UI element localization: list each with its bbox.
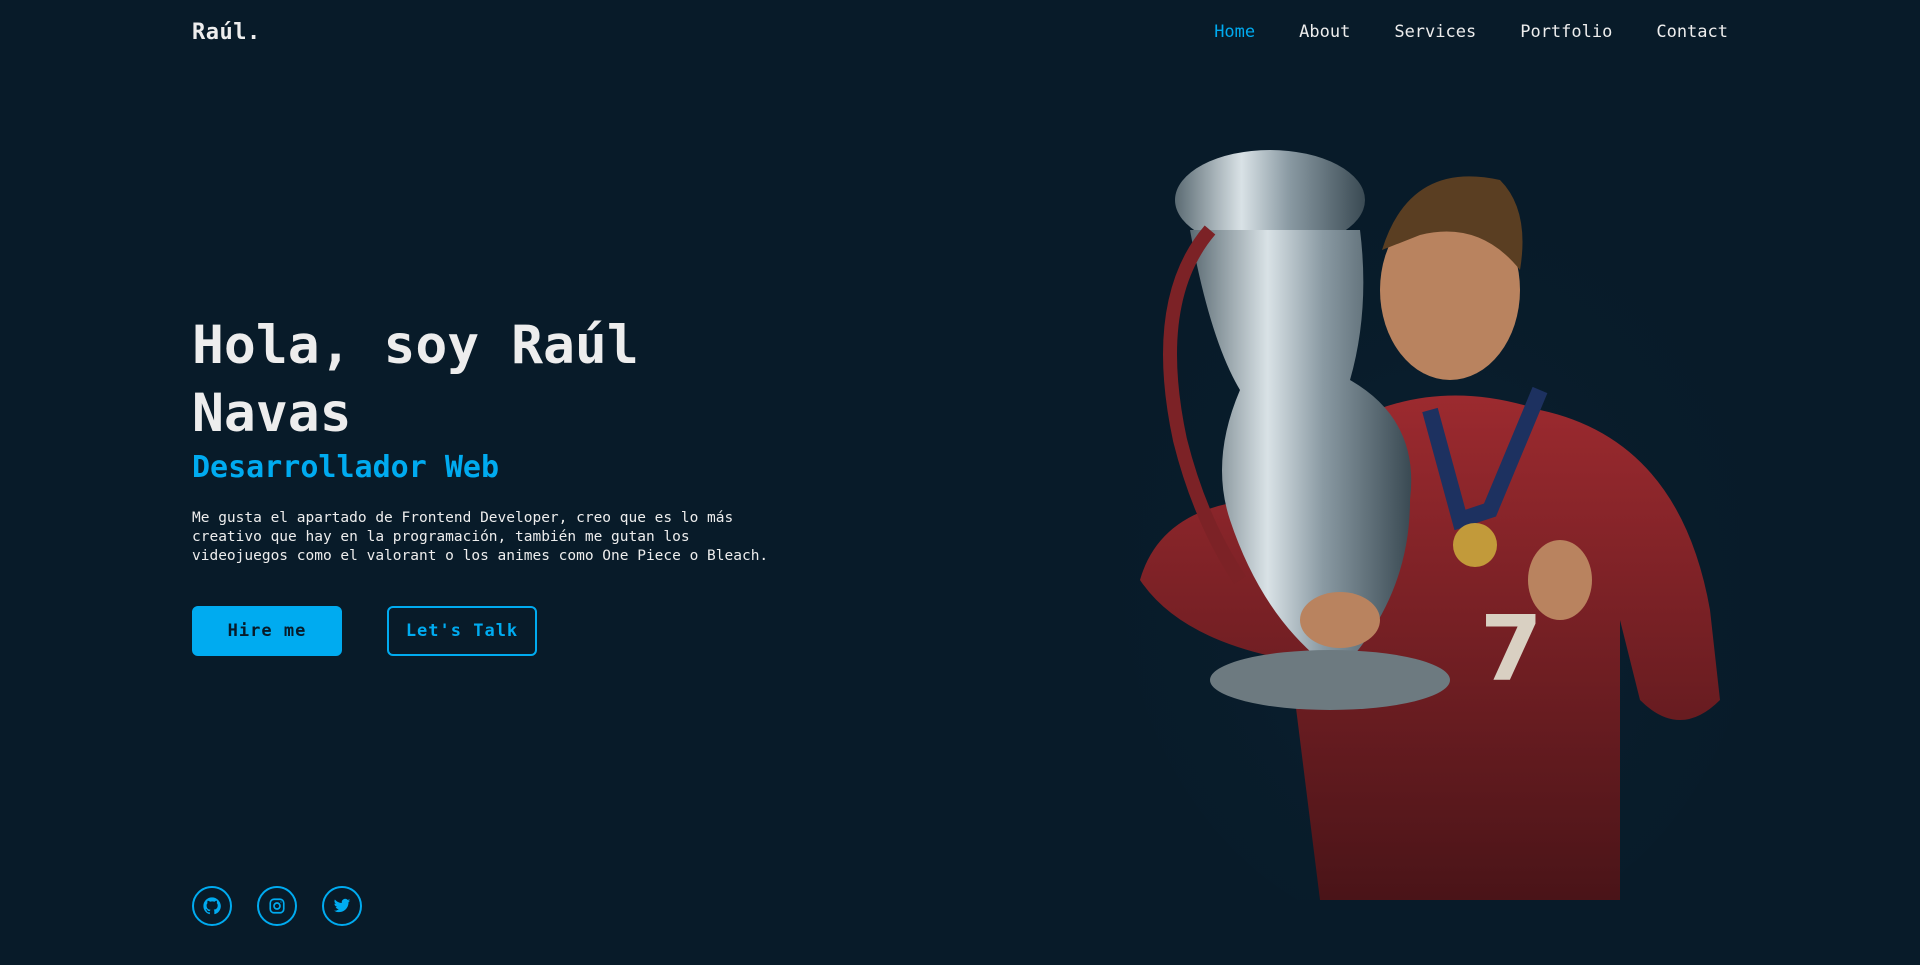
twitter-link[interactable]: [322, 886, 362, 926]
github-icon: [203, 897, 221, 915]
hero-section: Hola, soy Raúl Navas Desarrollador Web M…: [192, 312, 832, 656]
instagram-link[interactable]: [257, 886, 297, 926]
hero-title: Hola, soy Raúl Navas: [192, 312, 832, 448]
lets-talk-button[interactable]: Let's Talk: [387, 606, 537, 656]
github-link[interactable]: [192, 886, 232, 926]
hero-image: 7: [1120, 150, 1740, 900]
hero-subtitle: Desarrollador Web: [192, 450, 500, 485]
svg-text:7: 7: [1480, 597, 1543, 702]
nav-contact[interactable]: Contact: [1656, 22, 1728, 42]
hire-me-button[interactable]: Hire me: [192, 606, 342, 656]
site-header: Raúl. Home About Services Portfolio Cont…: [0, 0, 1920, 64]
hero-description: Me gusta el apartado de Frontend Develop…: [192, 510, 769, 564]
nav-portfolio[interactable]: Portfolio: [1520, 22, 1612, 42]
hero-title-line-1: Hola, soy Raúl: [192, 315, 639, 376]
instagram-icon: [269, 898, 285, 914]
main-nav: Home About Services Portfolio Contact: [1214, 22, 1728, 42]
hero-buttons: Hire me Let's Talk: [192, 606, 832, 656]
hero-title-line-2: Navas: [192, 383, 352, 444]
nav-services[interactable]: Services: [1394, 22, 1476, 42]
nav-about[interactable]: About: [1299, 22, 1350, 42]
twitter-icon: [333, 898, 351, 913]
social-links: [192, 886, 362, 926]
site-logo[interactable]: Raúl.: [192, 20, 261, 45]
nav-home[interactable]: Home: [1214, 22, 1255, 42]
